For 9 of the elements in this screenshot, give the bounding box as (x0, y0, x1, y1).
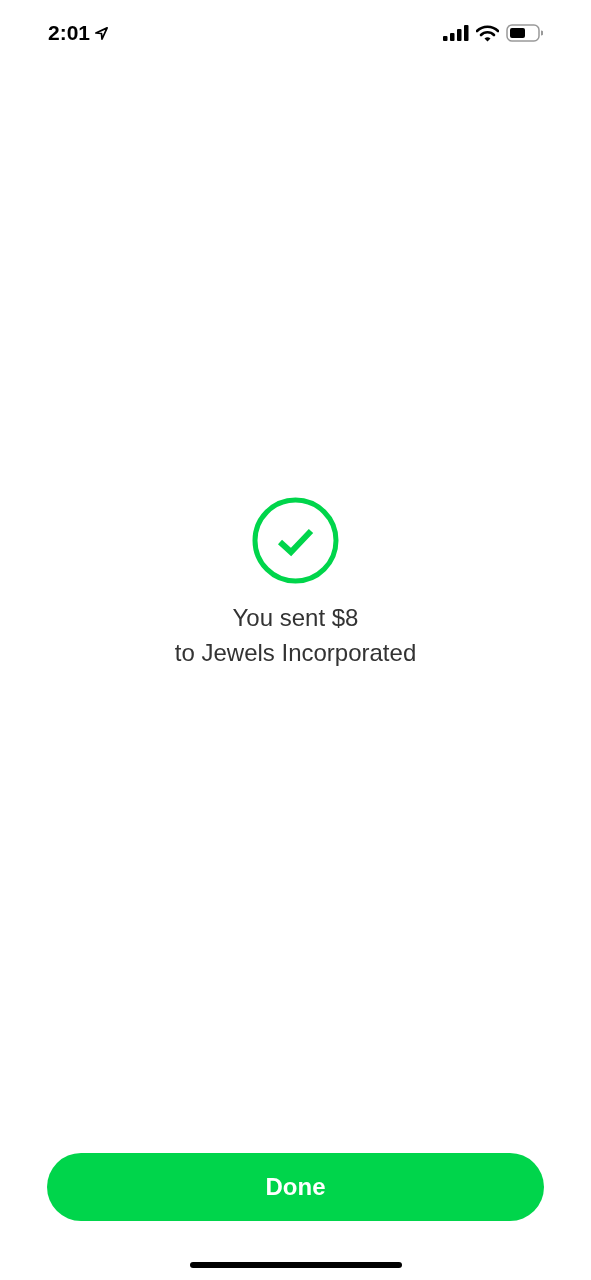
confirmation-text: You sent $8 (231, 603, 360, 633)
battery-icon (506, 24, 543, 42)
wifi-icon (476, 24, 499, 42)
check-circle-icon (252, 497, 339, 584)
location-arrow-icon (94, 25, 110, 41)
signal-icon (443, 25, 469, 41)
recipient-text: to Jewels Incorporated (174, 638, 417, 668)
status-time: 2:01 (48, 20, 91, 47)
done-button[interactable]: Done (47, 1153, 544, 1221)
